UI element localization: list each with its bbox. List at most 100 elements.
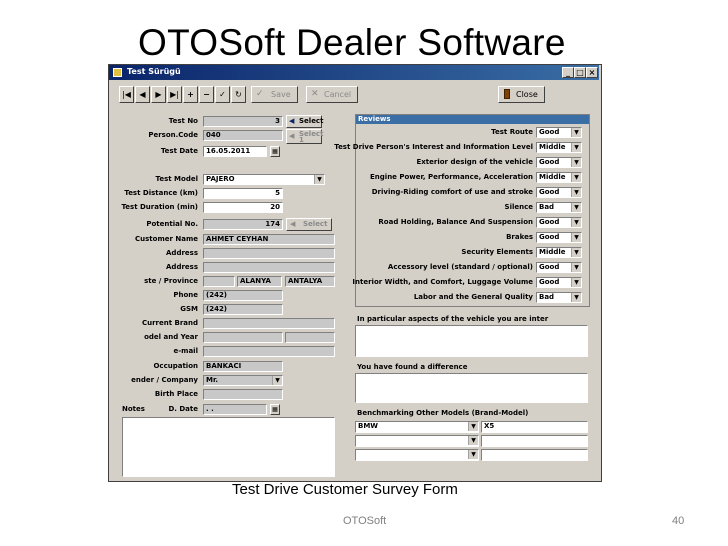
select-test-button[interactable]: ◀ Select <box>286 115 323 128</box>
chevron-down-icon: ▼ <box>571 188 581 197</box>
chevron-down-icon: ▼ <box>571 143 581 152</box>
cancel-button[interactable]: ✕ Cancel <box>306 86 358 103</box>
chevron-down-icon: ▼ <box>571 263 581 272</box>
test-date-label: Test Date <box>160 147 198 155</box>
chevron-down-icon: ▼ <box>571 233 581 242</box>
model-year-label: odel and Year <box>144 333 198 341</box>
first-record-button[interactable]: |◀ <box>119 86 134 103</box>
arrow-left-icon: ◀ <box>289 117 295 125</box>
aspects-textarea[interactable] <box>355 325 588 357</box>
review-select[interactable]: Good ▼ <box>536 187 582 198</box>
chevron-down-icon: ▼ <box>571 218 581 227</box>
prev-record-button[interactable]: ◀ <box>135 86 150 103</box>
customer-name-field[interactable]: AHMET CEYHAN <box>203 234 335 245</box>
birth-place-field[interactable] <box>203 389 283 400</box>
birth-date-field[interactable]: . . <box>203 404 267 415</box>
gsm-field[interactable]: (242) <box>203 304 283 315</box>
benchmark-model-field[interactable]: X5 <box>481 421 588 433</box>
select-disabled-button[interactable]: ◀ Select 1 <box>286 129 323 144</box>
birth-date-label: D. Date <box>168 405 198 413</box>
cancel-label: Cancel <box>324 90 352 99</box>
next-record-button[interactable]: ▶ <box>151 86 166 103</box>
test-no-field[interactable]: 3 <box>203 116 283 127</box>
aspects-title: In particular aspects of the vehicle you… <box>357 315 549 323</box>
address-field-1[interactable] <box>203 248 335 259</box>
review-select[interactable]: Bad ▼ <box>536 292 582 303</box>
cancel-icon: ✕ <box>311 89 319 99</box>
chevron-down-icon: ▼ <box>571 278 581 287</box>
birth-place-label: Birth Place <box>154 390 198 398</box>
address-field-2[interactable] <box>203 262 335 273</box>
review-select[interactable]: Good ▼ <box>536 127 582 138</box>
benchmark-brand-select[interactable]: ▼ <box>355 435 479 447</box>
district-code-field[interactable] <box>203 276 235 287</box>
reviews-header: Reviews <box>356 115 589 124</box>
review-select[interactable]: Middle ▼ <box>536 172 582 183</box>
benchmark-brand-select[interactable]: ▼ <box>355 449 479 461</box>
refresh-button[interactable]: ↻ <box>231 86 246 103</box>
review-select[interactable]: Good ▼ <box>536 157 582 168</box>
review-label: Interior Width, and Comfort, Luggage Vol… <box>352 278 533 286</box>
current-brand-field[interactable] <box>203 318 335 329</box>
delete-record-button[interactable]: − <box>199 86 214 103</box>
benchmark-title: Benchmarking Other Models (Brand-Model) <box>357 409 529 417</box>
province-field[interactable]: ANTALYA <box>285 276 335 287</box>
benchmark-model-field[interactable] <box>481 435 588 447</box>
review-select[interactable]: Bad ▼ <box>536 202 582 213</box>
door-icon <box>504 89 510 99</box>
review-label: Accessory level (standard / optional) <box>387 263 533 271</box>
difference-textarea[interactable] <box>355 373 588 403</box>
select-potential-button[interactable]: ◀ Select <box>286 218 332 231</box>
review-label: Brakes <box>506 233 533 241</box>
chevron-down-icon: ▼ <box>571 128 581 137</box>
test-distance-field[interactable]: 5 <box>203 188 283 199</box>
calendar-icon[interactable]: ▦ <box>270 146 280 157</box>
gender-company-label: ender / Company <box>131 376 198 384</box>
review-value: Good <box>539 278 560 286</box>
chevron-down-icon: ▼ <box>468 436 478 445</box>
last-record-button[interactable]: ▶| <box>167 86 182 103</box>
occupation-field[interactable]: BANKACI <box>203 361 283 372</box>
window-titlebar[interactable]: Test Sürügü _ □ × <box>109 65 599 80</box>
test-date-field[interactable]: 16.05.2011 <box>203 146 267 157</box>
review-label: Labor and the General Quality <box>413 293 533 301</box>
review-value: Good <box>539 263 560 271</box>
test-duration-field[interactable]: 20 <box>203 202 283 213</box>
review-value: Middle <box>539 173 566 181</box>
review-select[interactable]: Middle ▼ <box>536 142 582 153</box>
phone-field[interactable]: (242) <box>203 290 283 301</box>
review-select[interactable]: Middle ▼ <box>536 247 582 258</box>
review-value: Bad <box>539 293 555 301</box>
add-record-button[interactable]: + <box>183 86 198 103</box>
maximize-button[interactable]: □ <box>574 67 586 78</box>
year-field[interactable] <box>285 332 335 343</box>
post-record-button[interactable]: ✓ <box>215 86 230 103</box>
save-button[interactable]: ✓ Save <box>251 86 298 103</box>
review-select[interactable]: Good ▼ <box>536 277 582 288</box>
city-field[interactable]: ALANYA <box>237 276 282 287</box>
close-window-button[interactable]: × <box>586 67 598 78</box>
notes-textarea[interactable] <box>122 417 335 477</box>
chevron-down-icon: ▼ <box>571 173 581 182</box>
potential-no-field[interactable]: 174 <box>203 219 283 230</box>
address-label-1: Address <box>166 249 198 257</box>
difference-title: You have found a difference <box>357 363 468 371</box>
gender-company-select[interactable]: Mr. ▼ <box>203 375 283 386</box>
minimize-button[interactable]: _ <box>562 67 574 78</box>
chevron-down-icon: ▼ <box>571 248 581 257</box>
test-model-select[interactable]: PAJERO ▼ <box>203 174 325 185</box>
close-button[interactable]: Close <box>498 86 545 103</box>
review-label: Exterior design of the vehicle <box>416 158 534 166</box>
review-label: Test Route <box>491 128 533 136</box>
model-field[interactable] <box>203 332 283 343</box>
review-select[interactable]: Good ▼ <box>536 262 582 273</box>
benchmark-model-field[interactable] <box>481 449 588 461</box>
person-code-field[interactable]: 040 <box>203 130 283 141</box>
review-select[interactable]: Good ▼ <box>536 217 582 228</box>
benchmark-brand-select[interactable]: BMW ▼ <box>355 421 479 433</box>
potential-no-label: Potential No. <box>146 220 198 228</box>
review-select[interactable]: Good ▼ <box>536 232 582 243</box>
test-model-label: Test Model <box>155 175 198 183</box>
calendar-icon[interactable]: ▦ <box>270 404 280 415</box>
email-field[interactable] <box>203 346 335 357</box>
